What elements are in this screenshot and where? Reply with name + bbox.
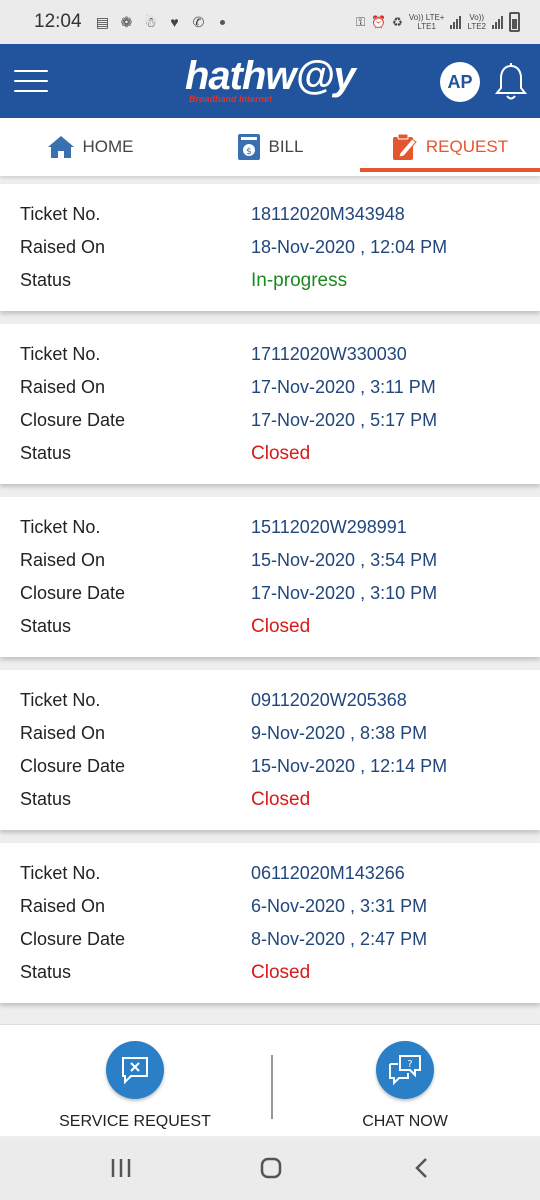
status-value: Closed xyxy=(251,442,311,464)
alarm-icon: ⏰ xyxy=(371,15,387,29)
ticket-card[interactable]: Ticket No. 17112020W330030 Raised On 17-No… xyxy=(0,324,540,484)
raised-on-label: Raised On xyxy=(20,237,106,257)
key-icon: ⚿ xyxy=(355,14,366,29)
more-notifications-icon xyxy=(219,19,225,25)
service-request-icon xyxy=(122,1057,148,1085)
tab-home-label: HOME xyxy=(82,137,134,156)
tab-home[interactable]: HOME xyxy=(0,118,180,176)
closure-date-label: Closure Date xyxy=(20,929,126,949)
ticket-no-label: Ticket No. xyxy=(20,204,101,224)
ticket-no-value: 09112020W205368 xyxy=(251,690,407,710)
chat-now-label: CHAT NOW xyxy=(362,1113,448,1130)
signal-1-icon xyxy=(450,15,462,29)
tab-request[interactable]: REQUEST xyxy=(360,118,540,176)
battery-saver-icon: ♻ xyxy=(392,15,403,29)
status-time: 12:04 xyxy=(34,11,82,32)
settings-app-icon: ❁ xyxy=(120,14,133,30)
closure-date-label: Closure Date xyxy=(20,756,126,776)
ticket-no-value: 06112020M143266 xyxy=(251,863,405,883)
service-request-label: SERVICE REQUEST xyxy=(59,1113,211,1130)
tab-bill[interactable]: $ BILL xyxy=(180,118,360,176)
service-request-button[interactable]: SERVICE REQUEST xyxy=(0,1025,270,1136)
hathway-logo: hathw@y Broadband Internet xyxy=(185,54,356,104)
system-icons: ⚿ ⏰ ♻ Vo)) LTE+ LTE1 Vo)) LTE2 xyxy=(356,12,520,32)
svg-text:?: ? xyxy=(407,1059,412,1070)
status-value: Closed xyxy=(251,961,311,983)
raised-on-value: 18-Nov-2020 , 12:04 PM xyxy=(251,237,448,257)
status-value: Closed xyxy=(251,788,311,810)
ticket-card[interactable]: Ticket No. 06112020M143266 Raised On 6-Nov… xyxy=(0,843,540,1003)
notes-icon: ▤ xyxy=(95,14,110,30)
signal-2-icon xyxy=(492,15,503,29)
ticket-no-label: Ticket No. xyxy=(20,344,101,364)
raised-on-value: 15-Nov-2020 , 3:54 PM xyxy=(251,550,438,570)
request-icon xyxy=(392,133,417,160)
status-label: Status xyxy=(20,962,72,982)
chat-icon: ? xyxy=(389,1055,421,1086)
recent-apps-icon[interactable] xyxy=(110,1156,132,1180)
hamburger-menu-icon[interactable] xyxy=(14,70,48,92)
closure-date-value: 17-Nov-2020 , 5:17 PM xyxy=(251,410,438,430)
closure-date-value: 8-Nov-2020 , 2:47 PM xyxy=(251,929,428,949)
tab-bill-label: BILL xyxy=(268,137,304,156)
raised-on-label: Raised On xyxy=(20,723,106,743)
svg-text:$: $ xyxy=(246,147,252,157)
back-icon[interactable] xyxy=(412,1156,432,1180)
ticket-card[interactable]: Ticket No. 09112020W205368 Raised On 9-Nov… xyxy=(0,670,540,830)
raised-on-label: Raised On xyxy=(20,550,106,570)
closure-date-label: Closure Date xyxy=(20,583,126,603)
bottom-action-bar: SERVICE REQUEST ? CHAT NOW xyxy=(0,1024,540,1136)
status-label: Status xyxy=(20,616,72,636)
ticket-list: Ticket No. 18112020M343948 Raised On 18-No… xyxy=(0,184,540,1016)
status-label: Status xyxy=(20,789,72,809)
ticket-no-label: Ticket No. xyxy=(20,517,101,537)
home-icon xyxy=(47,136,74,158)
tab-request-label: REQUEST xyxy=(425,137,509,156)
status-value: Closed xyxy=(251,615,311,637)
closure-date-label: Closure Date xyxy=(20,410,126,430)
ticket-no-label: Ticket No. xyxy=(20,690,101,710)
app-icon: ☃ xyxy=(144,14,157,30)
closure-date-value: 15-Nov-2020 , 12:14 PM xyxy=(251,756,448,776)
whatsapp-icon: ✆ xyxy=(192,14,205,30)
status-bar: 12:04 ▤ ❁ ☃ ♥ ✆ ⚿ ⏰ ♻ Vo)) LTE+ LTE1 Vo))… xyxy=(0,0,540,44)
status-label: Status xyxy=(20,270,72,290)
ticket-no-value: 15112020W298991 xyxy=(251,517,407,537)
tab-bar: HOME $ BILL REQUEST xyxy=(0,118,540,176)
ticket-no-label: Ticket No. xyxy=(20,863,101,883)
chat-now-button[interactable]: ? CHAT NOW xyxy=(270,1025,540,1136)
raised-on-label: Raised On xyxy=(20,377,106,397)
status-value: In-progress xyxy=(251,269,348,291)
system-nav-bar xyxy=(0,1140,540,1200)
raised-on-value: 17-Nov-2020 , 3:11 PM xyxy=(251,377,436,397)
sim2-indicator: Vo)) LTE2 xyxy=(467,13,486,31)
home-button-icon[interactable] xyxy=(259,1156,283,1180)
ticket-card[interactable]: Ticket No. 18112020M343948 Raised On 18-No… xyxy=(0,184,540,311)
ticket-card[interactable]: Ticket No. 15112020W298991 Raised On 15-No… xyxy=(0,497,540,657)
sim1-indicator: Vo)) LTE+ LTE1 xyxy=(408,13,445,31)
battery-icon xyxy=(509,12,520,32)
closure-date-value: 17-Nov-2020 , 3:10 PM xyxy=(251,583,438,603)
ticket-no-value: 17112020W330030 xyxy=(251,344,407,364)
bell-icon[interactable] xyxy=(494,62,528,102)
avatar[interactable]: AP xyxy=(440,62,480,102)
health-icon: ♥ xyxy=(170,14,179,30)
status-label: Status xyxy=(20,443,72,463)
ticket-no-value: 18112020M343948 xyxy=(251,204,405,224)
notification-icons: ▤ ❁ ☃ ♥ ✆ xyxy=(94,13,225,31)
raised-on-value: 9-Nov-2020 , 8:38 PM xyxy=(251,723,428,743)
raised-on-label: Raised On xyxy=(20,896,106,916)
action-divider xyxy=(271,1055,273,1119)
bill-icon: $ xyxy=(237,134,260,160)
app-header: hathw@y Broadband Internet AP xyxy=(0,44,540,118)
raised-on-value: 6-Nov-2020 , 3:31 PM xyxy=(251,896,428,916)
